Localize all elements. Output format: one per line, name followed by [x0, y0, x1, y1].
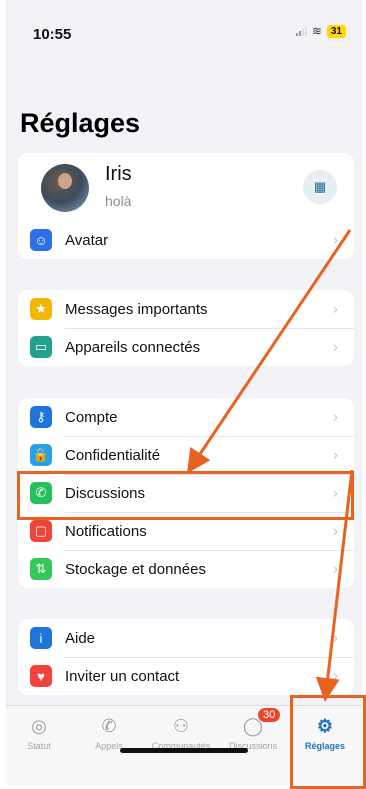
profile-card[interactable]: Iris holà ▦	[18, 153, 354, 225]
settings-row-label: Aide	[65, 629, 96, 647]
signal-icon	[295, 26, 307, 36]
settings-row-stockage[interactable]: ⇅ Stockage et données ›	[18, 550, 354, 588]
page-title: Réglages	[20, 108, 141, 138]
tab-appels[interactable]: ✆ Appels	[76, 714, 142, 752]
settings-row-label: Notifications	[65, 522, 147, 540]
settings-row-confidentialite[interactable]: 🔒 Confidentialité ›	[18, 436, 354, 474]
status-bar: 10:55 ≋ 31	[6, 0, 362, 60]
notification-icon: ▢	[30, 520, 52, 542]
settings-row-label: Avatar	[65, 231, 109, 249]
settings-row-discussions[interactable]: ✆ Discussions ›	[18, 474, 354, 512]
laptop-icon: ▭	[30, 336, 52, 358]
group-help: i Aide › ♥ Inviter un contact ›	[18, 619, 354, 695]
chevron-right-icon: ›	[333, 300, 338, 318]
profile-name: Iris	[105, 163, 132, 185]
settings-row-label: Stockage et données	[65, 560, 206, 578]
tab-statut[interactable]: ◎ Statut	[6, 714, 72, 752]
tab-bar: ◎ Statut ✆ Appels ⚇ Communautés ◯ 30 Discussions…	[6, 705, 362, 785]
chevron-right-icon: ›	[333, 338, 338, 356]
arrows-updown-icon: ⇅	[30, 558, 52, 580]
qr-code-icon[interactable]: ▦	[303, 170, 337, 204]
key-icon: ⚷	[30, 406, 52, 428]
home-indicator	[120, 748, 248, 753]
tab-reglages[interactable]: ⚙ Réglages	[292, 714, 358, 752]
heart-icon: ♥	[30, 665, 52, 687]
settings-row-appareils-connectes[interactable]: ▭ Appareils connectés ›	[18, 328, 354, 366]
whatsapp-icon: ✆	[30, 482, 52, 504]
settings-row-messages-importants[interactable]: ★ Messages importants ›	[18, 290, 354, 328]
settings-row-notifications[interactable]: ▢ Notifications ›	[18, 512, 354, 550]
group-messages: ★ Messages importants › ▭ Appareils connecté…	[18, 290, 354, 366]
phone-screen: 10:55 ≋ 31 Réglages Iris holà ▦ ☺ Avatar ›…	[6, 0, 362, 785]
gear-icon: ⚙	[316, 715, 334, 736]
chevron-right-icon: ›	[333, 231, 338, 249]
chat-bubble-icon: ◯ 30	[220, 708, 286, 738]
status-time: 10:55	[33, 26, 72, 43]
profile-status: holà	[105, 193, 132, 209]
star-icon: ★	[30, 298, 52, 320]
settings-row-aide[interactable]: i Aide ›	[18, 619, 354, 657]
chevron-right-icon: ›	[333, 408, 338, 426]
lock-icon: 🔒	[30, 444, 52, 466]
status-ring-icon: ◎	[31, 715, 47, 736]
status-icons: ≋ 31	[295, 24, 346, 38]
settings-row-label: Messages importants	[65, 300, 208, 318]
chevron-right-icon: ›	[333, 446, 338, 464]
avatar[interactable]	[41, 164, 89, 212]
tab-label: Réglages	[304, 741, 346, 751]
chevron-right-icon: ›	[333, 484, 338, 502]
group-account: ⚷ Compte › 🔒 Confidentialité › ✆ Discussions › ▢ N…	[18, 398, 354, 588]
group-avatar: ☺ Avatar ›	[18, 221, 354, 259]
chevron-right-icon: ›	[333, 522, 338, 540]
settings-row-compte[interactable]: ⚷ Compte ›	[18, 398, 354, 436]
chevron-right-icon: ›	[333, 667, 338, 685]
settings-row-label: Compte	[65, 408, 118, 426]
tab-communautes[interactable]: ⚇ Communautés	[148, 714, 214, 752]
settings-row-label: Discussions	[65, 484, 146, 502]
info-icon: i	[30, 627, 52, 649]
settings-row-avatar[interactable]: ☺ Avatar ›	[18, 221, 354, 259]
unread-badge: 30	[258, 708, 281, 722]
avatar-icon: ☺	[30, 229, 52, 251]
settings-row-label: Confidentialité	[65, 446, 161, 464]
settings-row-inviter[interactable]: ♥ Inviter un contact ›	[18, 657, 354, 695]
chevron-right-icon: ›	[333, 629, 338, 647]
tab-label: Statut	[27, 741, 51, 751]
chevron-right-icon: ›	[333, 560, 338, 578]
phone-icon: ✆	[101, 715, 117, 736]
wifi-icon: ≋	[311, 24, 322, 38]
battery-icon: 31	[326, 24, 346, 38]
community-icon: ⚇	[172, 715, 190, 736]
tab-discussions[interactable]: ◯ 30 Discussions	[220, 708, 286, 751]
settings-row-label: Inviter un contact	[65, 667, 180, 685]
settings-row-label: Appareils connectés	[65, 338, 201, 356]
